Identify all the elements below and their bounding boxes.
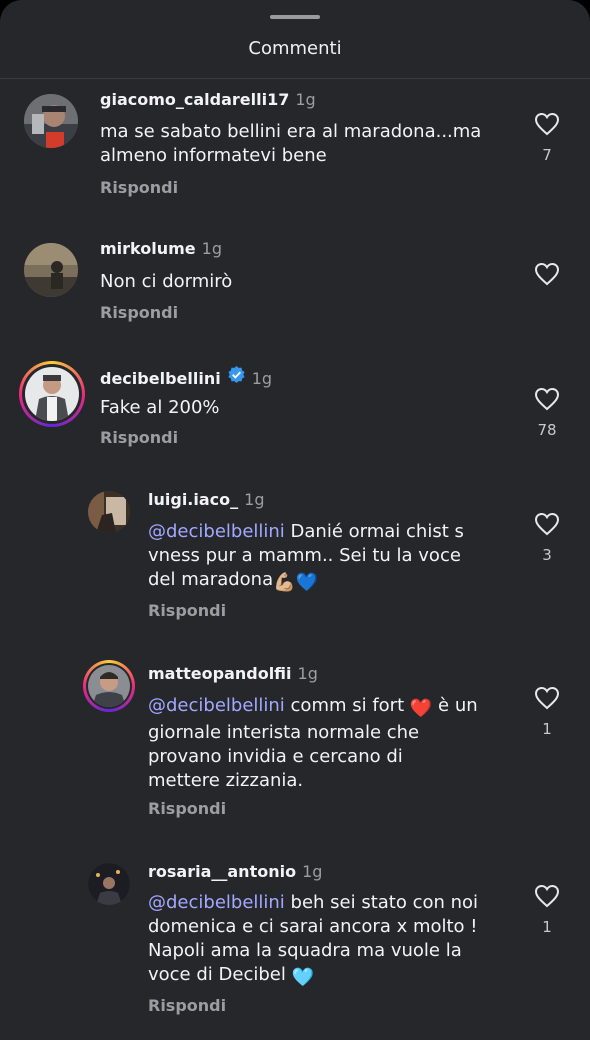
emoji: ❤️ (409, 698, 433, 719)
verified-badge-icon (228, 365, 245, 384)
like-button[interactable]: 7 (532, 112, 562, 164)
comment-text-line: provano invidia e cercano di (148, 746, 403, 767)
comment-text-segment: è un (432, 695, 478, 716)
mention-link[interactable]: @decibelbellini (148, 521, 285, 542)
comment-text-line: vness pur a mamm.. Sei tu la voce (148, 545, 461, 566)
comment-text: Fake al 200% (100, 397, 220, 418)
username[interactable]: giacomo_caldarelli17 (100, 90, 289, 109)
comment-text: ma se sabato bellini era al maradona...m… (100, 120, 481, 168)
reply-button[interactable]: Rispondi (148, 799, 226, 818)
comment-text: @decibelbellini comm si fort ❤️ è un gio… (148, 694, 478, 793)
like-button[interactable]: 1 (532, 884, 562, 936)
sheet-title: Commenti (248, 38, 342, 59)
comment-text: @decibelbellini beh sei stato con noi do… (148, 891, 478, 990)
emoji: 💪🏼💙 (273, 572, 318, 593)
drag-handle[interactable] (270, 15, 320, 19)
heart-outline-icon (534, 112, 560, 136)
like-button[interactable]: 3 (532, 512, 562, 564)
avatar[interactable] (24, 94, 78, 148)
timestamp: 1g (251, 369, 273, 388)
mention-link[interactable]: @decibelbellini (148, 695, 285, 716)
divider (0, 78, 590, 79)
comment-text-line: giornale interista normale che (148, 722, 420, 743)
avatar[interactable] (88, 863, 130, 905)
comment-text: @decibelbellini Danié ormai chist s vnes… (148, 520, 464, 595)
like-count: 1 (542, 720, 552, 738)
timestamp: 1g (297, 664, 318, 683)
heart-outline-icon (534, 262, 560, 286)
comment-text-line: domenica e ci sarai ancora x molto ! (148, 916, 478, 937)
like-button[interactable]: 1 (532, 686, 562, 738)
username[interactable]: rosaria__antonio (148, 862, 296, 881)
timestamp: 1g (201, 239, 222, 258)
avatar[interactable] (24, 243, 78, 297)
like-count: 78 (537, 421, 557, 439)
avatar[interactable] (25, 367, 79, 421)
timestamp: 1g (244, 490, 265, 509)
username[interactable]: luigi.iaco_ (148, 490, 238, 509)
like-button[interactable]: 78 (532, 387, 562, 439)
like-count: 7 (542, 146, 552, 164)
reply-button[interactable]: Rispondi (100, 178, 178, 197)
comment-text-segment: del maradona (148, 569, 274, 590)
username[interactable]: matteopandolfii (148, 664, 292, 683)
reply-button[interactable]: Rispondi (148, 601, 226, 620)
comment-text-line: almeno informatevi bene (100, 145, 327, 166)
timestamp: 1g (295, 90, 316, 109)
emoji: 🩵 (291, 967, 314, 988)
username[interactable]: mirkolume (100, 239, 196, 258)
comment-text-line: Napoli ama la squadra ma vuole la (148, 940, 462, 961)
comment-text-line: ma se sabato bellini era al maradona...m… (100, 121, 482, 142)
comment-text-segment: beh sei stato con noi (284, 892, 479, 913)
reply-button[interactable]: Rispondi (100, 428, 178, 447)
heart-outline-icon (534, 884, 560, 908)
comment-text: Non ci dormirò (100, 271, 233, 292)
heart-outline-icon (534, 686, 560, 710)
username[interactable]: decibelbellini (100, 369, 221, 388)
comment-text-line: mettere zizzania. (148, 770, 304, 791)
reply-button[interactable]: Rispondi (148, 996, 226, 1015)
like-button[interactable] (532, 262, 562, 286)
reply-button[interactable]: Rispondi (100, 303, 178, 322)
like-count: 1 (542, 918, 552, 936)
heart-outline-icon (534, 387, 560, 411)
comments-sheet: Commenti giacomo_caldarelli17 1g ma se s… (0, 0, 590, 1040)
mention-link[interactable]: @decibelbellini (148, 892, 285, 913)
timestamp: 1g (302, 862, 323, 881)
avatar[interactable] (88, 665, 130, 707)
comment-text-segment: Danié ormai chist s (284, 521, 464, 542)
heart-outline-icon (534, 512, 560, 536)
comment-text-segment: comm si fort (284, 695, 410, 716)
like-count: 3 (542, 546, 552, 564)
comment-text-segment: voce di Decibel (148, 964, 292, 985)
avatar[interactable] (88, 491, 130, 533)
